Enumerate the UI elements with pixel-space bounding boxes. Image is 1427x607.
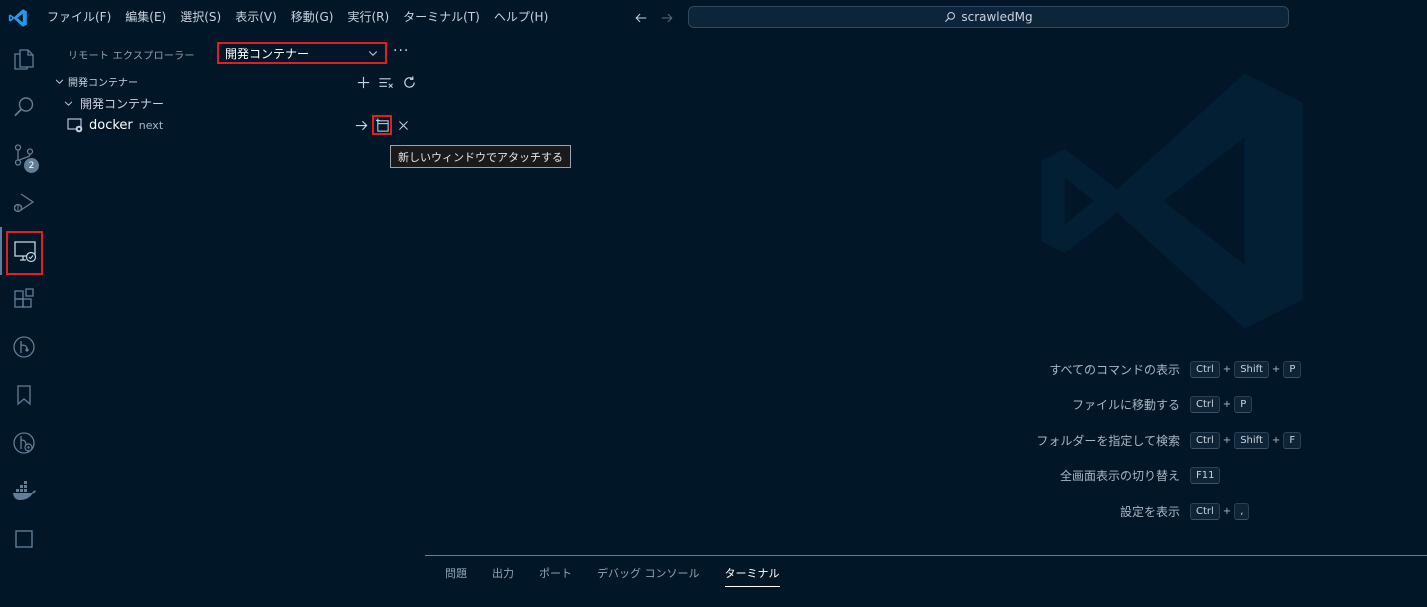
menu-bar: ファイル(F) 編集(E) 選択(S) 表示(V) 移動(G) 実行(R) ター… [40, 0, 555, 35]
plus-sign: + [1222, 363, 1232, 375]
tab-ports[interactable]: ポート [539, 565, 572, 587]
key-ctrl: Ctrl [1190, 502, 1220, 520]
shortcut-keys: Ctrl + Shift + P [1190, 360, 1310, 378]
key-ctrl: Ctrl [1190, 396, 1220, 413]
bottom-panel: 問題 出力 ポート デバッグ コンソール ターミナル [425, 555, 1427, 607]
shortcut-row: すべてのコマンドの表示 Ctrl + Shift + P [990, 358, 1310, 380]
remote-explorer-highlight [6, 231, 43, 275]
back-arrow-icon[interactable] [628, 8, 654, 28]
command-center-search[interactable]: scrawledMg [688, 6, 1289, 28]
sidebar-title: リモート エクスプローラー [68, 51, 195, 62]
shortcut-row: 全画面表示の切り替え F11 [990, 465, 1310, 487]
attach-new-window-tooltip: 新しいウィンドウでアタッチする [390, 145, 571, 168]
menu-run[interactable]: 実行(R) [340, 0, 396, 35]
gitlens-icon[interactable] [0, 419, 48, 467]
remote-type-select-value: 開発コンテナー [225, 46, 310, 61]
navigation-arrows [628, 8, 680, 28]
shortcut-label: すべてのコマンドの表示 [1049, 362, 1180, 377]
source-control-icon[interactable]: 2 [0, 131, 48, 179]
menu-help[interactable]: ヘルプ(H) [487, 0, 555, 35]
add-icon[interactable] [353, 72, 373, 92]
plus-sign: + [1222, 505, 1232, 517]
tab-output[interactable]: 出力 [492, 565, 514, 587]
square-icon[interactable] [0, 515, 48, 563]
forward-arrow-icon[interactable] [654, 8, 680, 28]
remove-icon[interactable] [393, 115, 413, 135]
key-f11: F11 [1190, 467, 1221, 484]
key-comma: , [1234, 502, 1250, 520]
menu-edit[interactable]: 編集(E) [118, 0, 173, 35]
attach-current-window-arrow-icon[interactable] [351, 115, 371, 135]
shortcut-keys: Ctrl + , [1190, 502, 1310, 520]
chevron-down-icon [368, 51, 378, 56]
explorer-icon[interactable] [0, 35, 48, 83]
plus-sign: + [1222, 399, 1232, 410]
docker-icon[interactable] [0, 467, 48, 515]
bookmarks-icon[interactable] [0, 371, 48, 419]
key-ctrl: Ctrl [1190, 431, 1220, 449]
plus-sign: + [1222, 434, 1232, 446]
key-p: P [1283, 360, 1302, 378]
shortcut-hints: すべてのコマンドの表示 Ctrl + Shift + P ファイルに移動する Ctr… [990, 358, 1310, 536]
tab-problems[interactable]: 問題 [445, 565, 467, 587]
shortcut-row: 設定を表示 Ctrl + , [990, 500, 1310, 522]
menu-terminal[interactable]: ターミナル(T) [396, 0, 487, 35]
key-shift: Shift [1234, 431, 1269, 449]
container-stopped-icon [67, 117, 83, 133]
shortcut-keys: F11 [1190, 467, 1310, 484]
shortcut-row: フォルダーを指定して検索 Ctrl + Shift + F [990, 429, 1310, 451]
panel-tabs: 問題 出力 ポート デバッグ コンソール ターミナル [445, 565, 805, 587]
section-label: 開発コンテナー [68, 77, 138, 89]
remote-explorer-sidebar: リモート エクスプローラー 開発コンテナー ··· 開発コンテナー 開発コンテナ… [48, 35, 571, 606]
run-debug-icon[interactable] [0, 179, 48, 227]
key-p: P [1234, 396, 1253, 413]
refresh-icon[interactable] [399, 72, 419, 92]
remote-type-select[interactable]: 開発コンテナー [217, 42, 387, 64]
section-actions [353, 72, 422, 92]
menu-selection[interactable]: 選択(S) [173, 0, 228, 35]
search-icon [945, 12, 956, 23]
extensions-icon[interactable] [0, 275, 48, 323]
vscode-watermark-icon [1041, 73, 1303, 329]
git-graph-icon[interactable] [0, 323, 48, 371]
source-control-badge: 2 [24, 158, 39, 173]
container-description: next [138, 118, 164, 132]
title-bar: ファイル(F) 編集(E) 選択(S) 表示(V) 移動(G) 実行(R) ター… [0, 0, 1427, 35]
container-item-actions [351, 115, 414, 135]
search-icon[interactable] [0, 83, 48, 131]
attach-new-window-icon[interactable] [372, 115, 392, 135]
chevron-down-icon [61, 96, 75, 110]
plus-sign: + [1271, 363, 1281, 375]
container-name: docker [89, 117, 133, 133]
menu-view[interactable]: 表示(V) [228, 0, 284, 35]
key-f: F [1283, 431, 1302, 449]
more-actions-icon[interactable]: ··· [393, 43, 409, 59]
shortcut-keys: Ctrl + P [1190, 396, 1310, 413]
menu-go[interactable]: 移動(G) [284, 0, 341, 35]
vscode-logo-icon[interactable] [8, 8, 28, 28]
clear-list-icon[interactable] [376, 72, 396, 92]
shortcut-keys: Ctrl + Shift + F [1190, 431, 1310, 449]
key-ctrl: Ctrl [1190, 360, 1220, 378]
dev-containers-group[interactable]: 開発コンテナー [48, 92, 425, 114]
shortcut-label: 設定を表示 [1119, 504, 1180, 519]
tab-debug-console[interactable]: デバッグ コンソール [597, 565, 700, 587]
group-label: 開発コンテナー [80, 96, 165, 111]
plus-sign: + [1271, 434, 1281, 446]
shortcut-label: フォルダーを指定して検索 [1036, 433, 1180, 448]
shortcut-row: ファイルに移動する Ctrl + P [990, 394, 1310, 416]
shortcut-label: ファイルに移動する [1071, 398, 1180, 412]
shortcut-label: 全画面表示の切り替え [1059, 469, 1180, 483]
command-center-text: scrawledMg [961, 10, 1033, 24]
tab-terminal[interactable]: ターミナル [724, 565, 780, 587]
key-shift: Shift [1234, 360, 1269, 378]
menu-file[interactable]: ファイル(F) [40, 0, 118, 35]
chevron-down-icon [52, 74, 66, 88]
activity-bar: 2 [0, 35, 48, 606]
